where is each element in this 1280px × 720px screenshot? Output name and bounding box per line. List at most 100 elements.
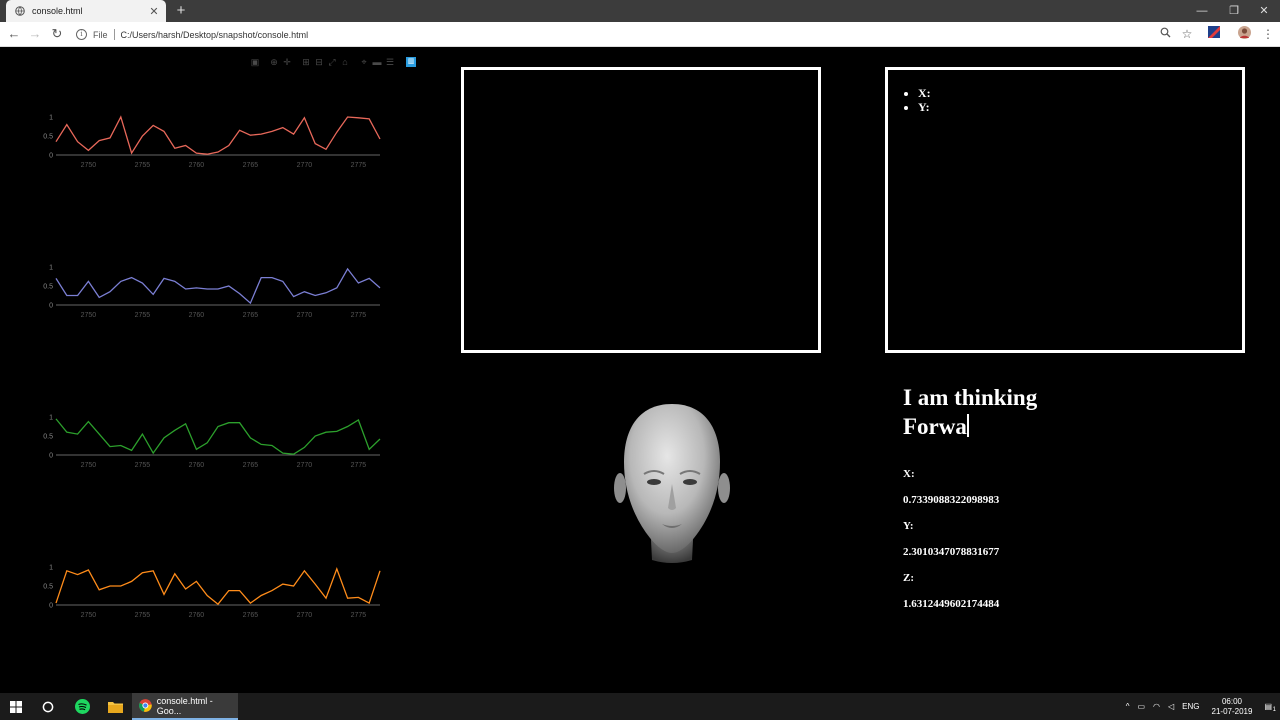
thinking-line-1: I am thinking — [903, 385, 1038, 410]
url-separator — [113, 29, 115, 40]
chart-4-svg: 0 0.5 1 2750 2755 2760 2765 2770 2775 — [43, 565, 381, 619]
chart-3[interactable]: 0 0.5 1 2750 2755 2760 2765 2770 2775 — [38, 407, 388, 477]
address-bar[interactable]: i File C:/Users/harsh/Desktop/snapshot/c… — [76, 24, 1200, 45]
chart-3-svg: 0 0.5 1 2750 2755 2760 2765 2770 2775 — [43, 415, 381, 469]
windows-start-icon[interactable] — [0, 693, 32, 720]
text-cursor — [966, 414, 969, 437]
tray-expand-icon[interactable]: ^ — [1126, 702, 1130, 711]
menu-kebab-icon[interactable]: ⋮ — [1259, 26, 1277, 43]
page-content: ▣ ⊕ ✛ ⊞ ⊟ ⤢ ⌂ ⌖ ▬ ☰ ▥ 0 0.5 1 2750 2755 2760 2… — [0, 47, 1280, 693]
back-arrow-icon[interactable]: ← — [4, 25, 24, 43]
plotly-logo-icon[interactable]: ▥ — [406, 57, 416, 67]
battery-icon[interactable]: ▭ — [1137, 702, 1145, 711]
windows-taskbar: console.html - Goo... ^ ▭ ◠ ◁ ENG 06:00 … — [0, 693, 1280, 720]
tab-close-icon[interactable]: ✕ — [148, 5, 160, 18]
x-tick-label: 2760 — [189, 312, 205, 319]
x-tick-label: 2765 — [243, 612, 259, 619]
autoscale-icon[interactable]: ⤢ — [327, 57, 337, 67]
x-tick-label: 2755 — [135, 312, 151, 319]
y-tick-label: 0.5 — [43, 434, 53, 441]
taskbar-chrome-item[interactable]: console.html - Goo... — [132, 693, 238, 720]
zoom-icon[interactable]: ⊕ — [269, 57, 279, 67]
coordinate-list: X: Y: — [906, 86, 931, 114]
x-tick-label: 2760 — [189, 612, 205, 619]
forward-arrow-icon[interactable]: → — [25, 25, 45, 43]
cortana-icon[interactable] — [33, 693, 63, 720]
x-tick-label: 2755 — [135, 462, 151, 469]
y-tick-label: 1 — [49, 565, 53, 572]
x-tick-label: 2750 — [81, 312, 97, 319]
system-tray: ^ ▭ ◠ ◁ ENG 06:00 21-07-2019 ▤ 1 — [1122, 693, 1280, 720]
home-icon[interactable]: ⌂ — [340, 57, 350, 67]
coordinate-panel: X: Y: — [885, 67, 1245, 353]
x-tick-label: 2750 — [81, 162, 97, 169]
y-tick-label: 0.5 — [43, 284, 53, 291]
zoom-icon[interactable] — [1156, 26, 1174, 43]
profile-avatar-icon[interactable] — [1235, 26, 1253, 43]
browser-tab[interactable]: console.html ✕ — [6, 0, 166, 22]
x-tick-label: 2770 — [297, 462, 313, 469]
y-tick-label: 0 — [49, 603, 53, 610]
clock[interactable]: 06:00 21-07-2019 — [1212, 697, 1253, 717]
chart-1[interactable]: 0 0.5 1 2750 2755 2760 2765 2770 2775 — [38, 107, 388, 177]
chart-4[interactable]: 0 0.5 1 2750 2755 2760 2765 2770 2775 — [38, 557, 388, 627]
x-label: X: — [903, 468, 915, 480]
series-line — [55, 267, 381, 305]
bookmark-star-icon[interactable]: ☆ — [1178, 26, 1196, 43]
x-tick-label: 2770 — [297, 162, 313, 169]
file-explorer-icon[interactable] — [99, 693, 131, 720]
hover-closest-icon[interactable]: ▬ — [372, 57, 382, 67]
coordinate-item-x: X: — [918, 86, 931, 100]
zoom-out-icon[interactable]: ⊟ — [314, 57, 324, 67]
x-tick-label: 2775 — [351, 462, 367, 469]
x-tick-label: 2765 — [243, 462, 259, 469]
restore-icon[interactable]: ❐ — [1219, 0, 1249, 22]
chart-2[interactable]: 0 0.5 1 2750 2755 2760 2765 2770 2775 — [38, 257, 388, 327]
head-model-image — [614, 404, 730, 563]
y-label: Y: — [903, 520, 914, 532]
x-value: 0.7339088322098983 — [903, 494, 1000, 506]
taskbar-chrome-label: console.html - Goo... — [156, 695, 213, 716]
wifi-icon[interactable]: ◠ — [1153, 702, 1160, 711]
coordinate-readout: X: 0.7339088322098983 Y: 2.3010347078831… — [903, 465, 999, 621]
volume-icon[interactable]: ◁ — [1168, 702, 1174, 711]
x-tick-label: 2775 — [351, 612, 367, 619]
series-line — [55, 418, 381, 455]
extension-icon[interactable] — [1205, 26, 1223, 43]
series-line — [55, 567, 381, 606]
video-panel — [461, 67, 821, 353]
spotify-icon[interactable] — [66, 693, 98, 720]
x-tick-label: 2760 — [189, 162, 205, 169]
coordinate-item-y: Y: — [918, 100, 931, 114]
y-tick-label: 0 — [49, 303, 53, 310]
window-close-icon[interactable]: ✕ — [1249, 0, 1279, 22]
x-tick-label: 2765 — [243, 312, 259, 319]
y-tick-label: 0.5 — [43, 584, 53, 591]
hover-compare-icon[interactable]: ☰ — [385, 57, 395, 67]
x-tick-label: 2760 — [189, 462, 205, 469]
y-tick-label: 0.5 — [43, 134, 53, 141]
reload-icon[interactable]: ↻ — [47, 25, 67, 43]
spike-lines-icon[interactable]: ⌖ — [359, 57, 369, 67]
zoom-in-icon[interactable]: ⊞ — [301, 57, 311, 67]
notification-count: 1 — [1272, 707, 1276, 713]
notification-icon[interactable]: ▤ 1 — [1264, 702, 1276, 713]
minimize-icon[interactable]: — — [1187, 0, 1217, 22]
x-tick-label: 2775 — [351, 162, 367, 169]
chart-1-svg: 0 0.5 1 2750 2755 2760 2765 2770 2775 — [43, 115, 381, 169]
chart-2-svg: 0 0.5 1 2750 2755 2760 2765 2770 2775 — [43, 265, 381, 319]
info-icon[interactable]: i — [76, 29, 87, 40]
new-tab-button[interactable]: + — [172, 1, 190, 21]
language-indicator[interactable]: ENG — [1182, 702, 1199, 711]
url-text[interactable]: C:/Users/harsh/Desktop/snapshot/console.… — [121, 30, 309, 40]
thinking-line-2: Forwa — [903, 414, 967, 439]
y-tick-label: 1 — [49, 115, 53, 122]
z-label: Z: — [903, 572, 914, 584]
url-scheme-label: File — [93, 29, 108, 40]
x-tick-label: 2775 — [351, 312, 367, 319]
camera-icon[interactable]: ▣ — [250, 57, 260, 67]
chrome-icon — [139, 699, 152, 712]
browser-toolbar: ← → ↻ i File C:/Users/harsh/Desktop/snap… — [0, 22, 1280, 47]
pan-icon[interactable]: ✛ — [282, 57, 292, 67]
y-tick-label: 0 — [49, 453, 53, 460]
